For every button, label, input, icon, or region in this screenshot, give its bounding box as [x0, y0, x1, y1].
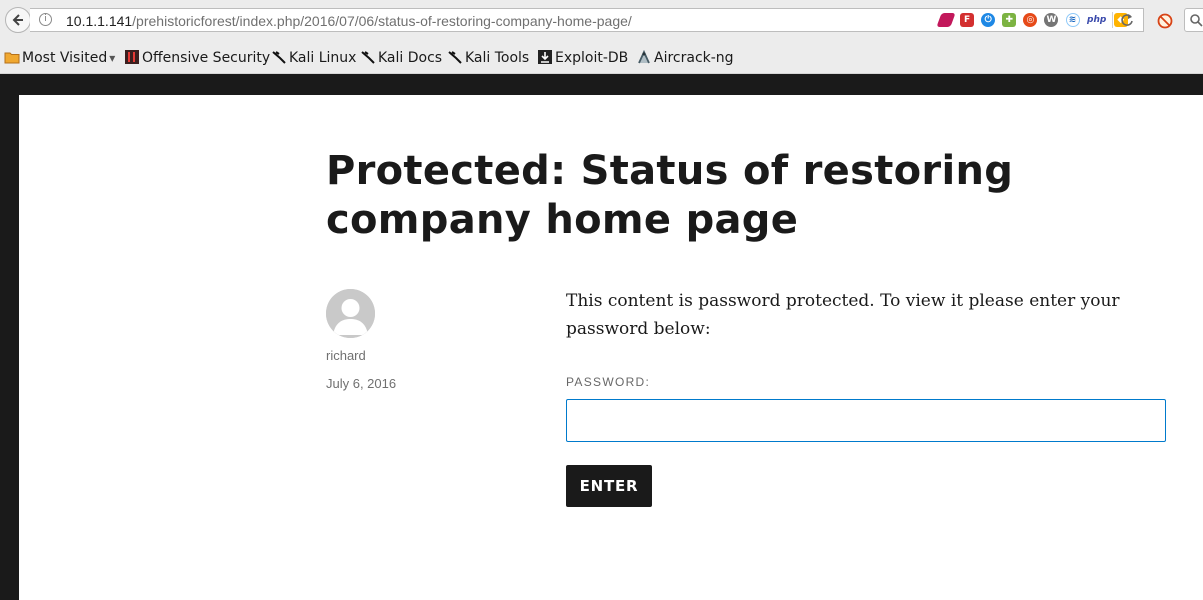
ubuntu-icon[interactable]: ◎	[1023, 13, 1038, 27]
wordpress-icon[interactable]: W	[1044, 13, 1059, 27]
bookmark-most-visited[interactable]: Most Visited ▾	[4, 48, 115, 68]
password-label: PASSWORD:	[566, 375, 651, 389]
search-icon	[1190, 14, 1203, 27]
power-icon[interactable]: ⏻	[981, 13, 996, 27]
url-path: /prehistoricforest/index.php/2016/07/06/…	[132, 13, 632, 29]
folder-icon	[4, 52, 20, 64]
enter-button[interactable]: ENTER	[566, 465, 652, 507]
bookmark-label: Kali Tools	[465, 50, 530, 66]
page-content: Protected: Status of restoring company h…	[19, 95, 1203, 600]
password-input[interactable]	[566, 399, 1166, 442]
bookmark-offensive-security[interactable]: Offensive Security	[124, 48, 270, 68]
author-link[interactable]: richard	[326, 347, 366, 365]
bookmark-label: Most Visited	[22, 50, 108, 66]
avatar[interactable]	[326, 289, 375, 338]
user-silhouette-icon	[326, 289, 375, 338]
php-icon[interactable]: php	[1086, 13, 1107, 27]
puzzle-icon[interactable]: ✚	[1002, 13, 1017, 27]
info-icon[interactable]: i	[39, 13, 52, 26]
bookmark-label: Kali Docs	[378, 50, 443, 66]
extension-icons: F ⏻ ✚ ◎ W ≋ php ◆	[936, 13, 1130, 29]
kali-dragon-icon	[272, 51, 286, 64]
bookmark-label: Aircrack-ng	[654, 50, 734, 66]
bookmarks-toolbar: Most Visited ▾ Offensive Security Kali Li…	[0, 42, 1203, 74]
reload-icon[interactable]	[1119, 12, 1135, 28]
post-title: Protected: Status of restoring company h…	[326, 148, 1014, 243]
bookmark-label: Exploit-DB	[555, 50, 629, 66]
bookmark-label: Offensive Security	[142, 50, 271, 66]
back-arrow-icon	[12, 14, 23, 26]
bookmark-kali-docs[interactable]: Kali Docs	[360, 48, 442, 68]
separator	[1112, 12, 1113, 28]
aircrack-icon	[638, 49, 650, 64]
browser-toolbar: i 10.1.1.141/prehistoricforest/index.php…	[0, 0, 1203, 42]
protected-notice: This content is password protected. To v…	[566, 291, 1120, 339]
noscript-icon[interactable]	[1157, 13, 1173, 29]
offsec-icon	[125, 50, 139, 64]
url-bar[interactable]: i 10.1.1.141/prehistoricforest/index.php…	[30, 8, 1144, 32]
bookmark-kali-tools[interactable]: Kali Tools	[447, 48, 529, 68]
kali-dragon-icon	[361, 51, 375, 64]
wifi-icon[interactable]: ≋	[1065, 13, 1080, 27]
url-host: 10.1.1.141	[66, 13, 133, 29]
bookmark-exploit-db[interactable]: Exploit-DB	[537, 48, 628, 68]
search-box[interactable]	[1184, 8, 1203, 32]
hackbar-icon[interactable]	[936, 13, 956, 27]
exploitdb-icon	[538, 50, 552, 64]
back-button[interactable]	[5, 7, 31, 33]
bookmark-aircrack-ng[interactable]: Aircrack-ng	[636, 48, 734, 68]
kali-dragon-icon	[448, 51, 462, 64]
chevron-down-icon: ▾	[109, 51, 116, 65]
post-date[interactable]: July 6, 2016	[326, 375, 396, 393]
bookmark-label: Kali Linux	[289, 50, 357, 66]
firebug-icon[interactable]: F	[960, 13, 975, 27]
bookmark-kali-linux[interactable]: Kali Linux	[271, 48, 356, 68]
url-text[interactable]: 10.1.1.141/prehistoricforest/index.php/2…	[66, 12, 632, 30]
